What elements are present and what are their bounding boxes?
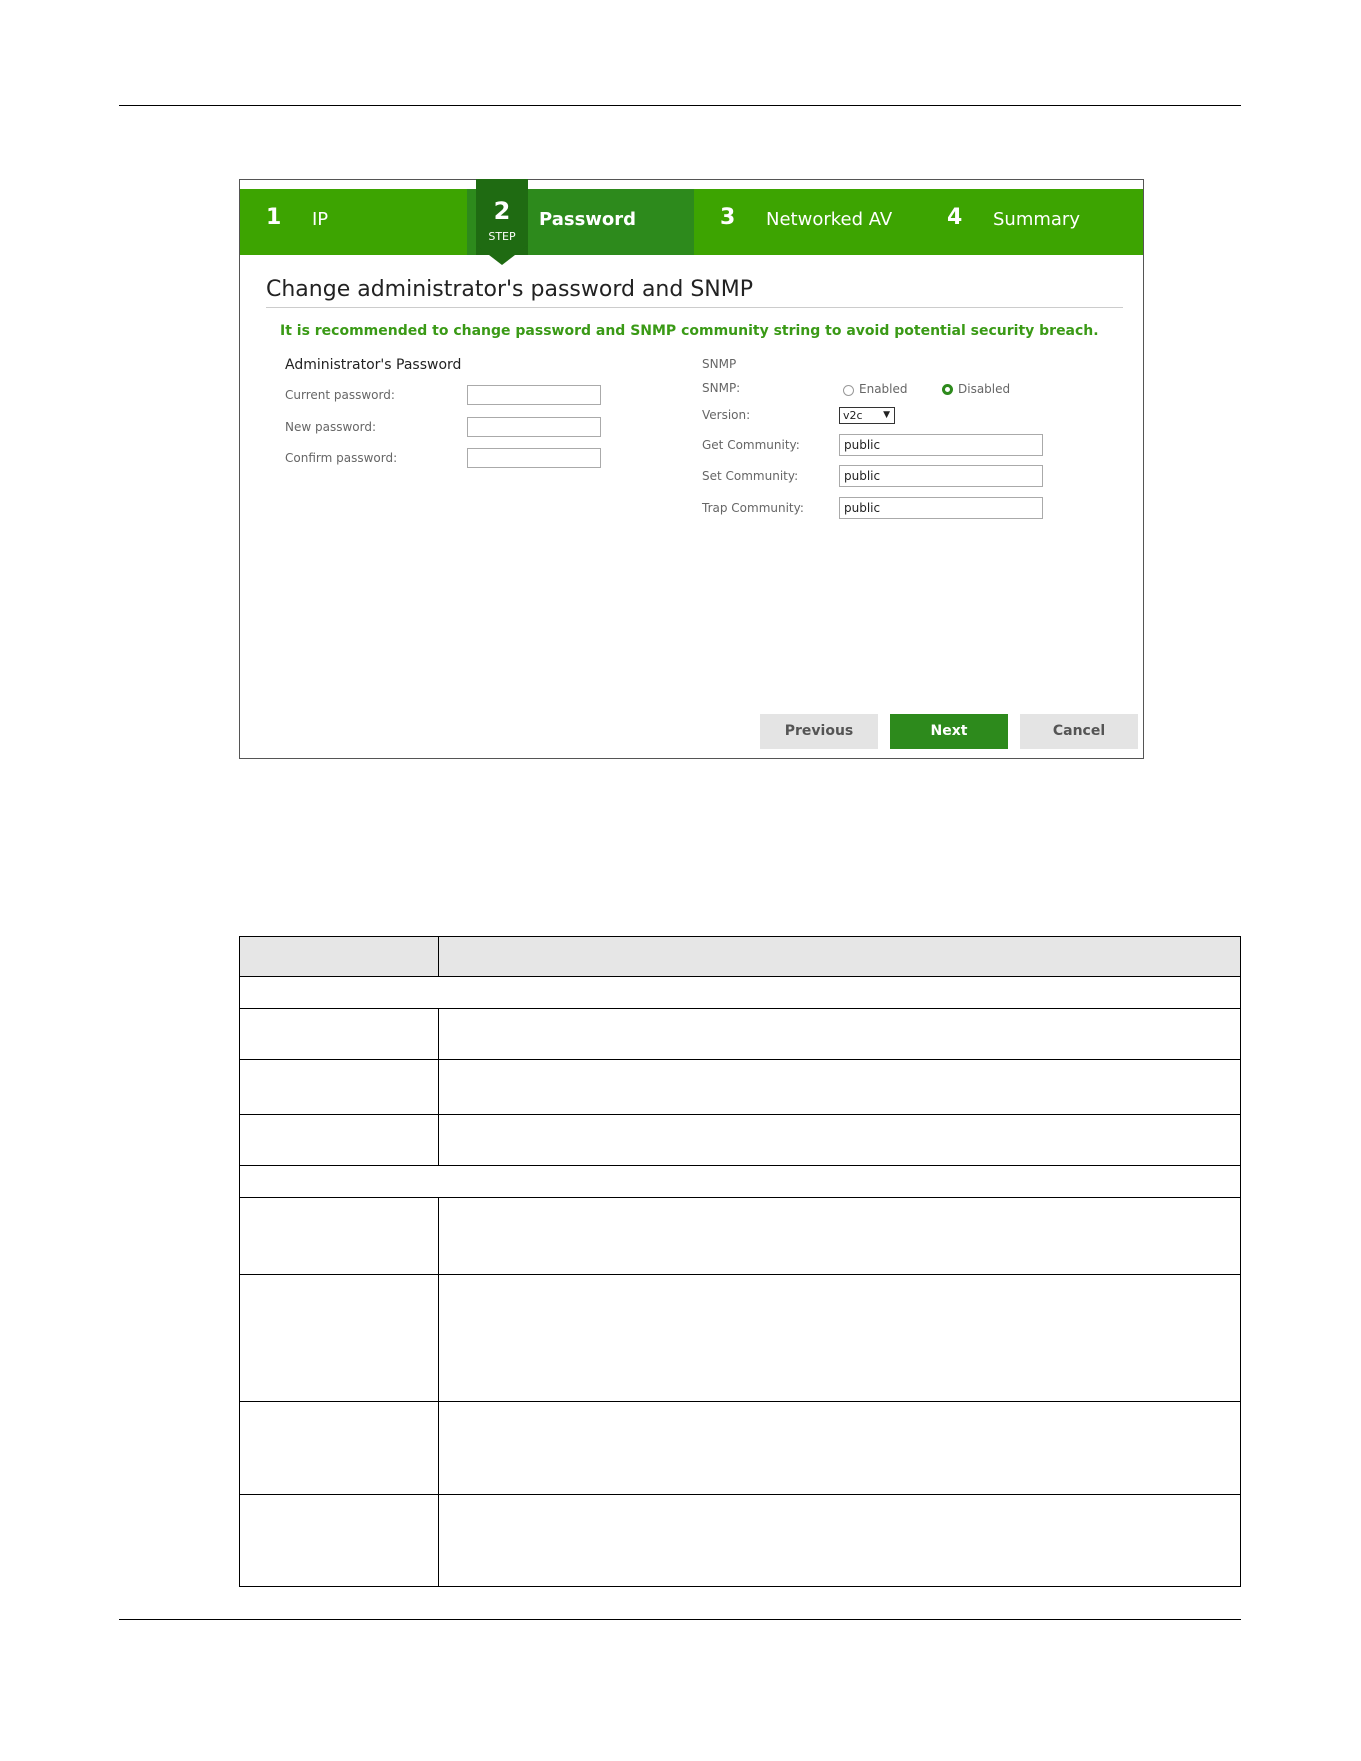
table-cell xyxy=(438,1114,1241,1166)
table-cell xyxy=(438,1274,1241,1402)
get-community-field[interactable] xyxy=(839,434,1043,456)
table-row xyxy=(239,1197,1241,1275)
version-label: Version: xyxy=(702,408,751,422)
step-label: Password xyxy=(539,209,637,230)
badge-arrow-icon xyxy=(476,245,528,265)
table-row xyxy=(239,1401,1241,1495)
set-community-field[interactable] xyxy=(839,465,1043,487)
previous-button[interactable]: Previous xyxy=(760,714,878,749)
table-cell xyxy=(438,1401,1241,1495)
table-section-row xyxy=(239,976,1241,1009)
get-community-label: Get Community: xyxy=(702,438,800,452)
title-divider xyxy=(266,307,1123,308)
new-password-label: New password: xyxy=(285,420,377,434)
chevron-down-icon: ▼ xyxy=(883,410,890,420)
table-header-label xyxy=(239,936,439,977)
admin-password-title: Administrator's Password xyxy=(285,357,462,373)
trap-community-label: Trap Community: xyxy=(702,501,804,515)
table-cell xyxy=(239,1197,439,1275)
snmp-enabled-radio[interactable] xyxy=(843,385,854,396)
step-badge: 2 STEP xyxy=(476,179,528,265)
step-label: IP xyxy=(312,209,329,230)
current-password-field[interactable] xyxy=(467,385,601,405)
confirm-password-label: Confirm password: xyxy=(285,451,398,465)
step-badge-label: STEP xyxy=(488,230,516,243)
footer-rule xyxy=(119,1619,1241,1620)
snmp-disabled-label[interactable]: Disabled xyxy=(958,382,1010,396)
version-value: v2c xyxy=(843,409,863,422)
page-title: Change administrator's password and SNMP xyxy=(266,277,754,302)
table-header-row xyxy=(239,936,1241,977)
field-description-table xyxy=(239,936,1241,1587)
table-section-row xyxy=(239,1165,1241,1198)
table-row xyxy=(239,1114,1241,1166)
version-select[interactable]: v2c ▼ xyxy=(839,407,895,424)
table-cell xyxy=(239,1401,439,1495)
snmp-enabled-label[interactable]: Enabled xyxy=(859,382,908,396)
table-cell xyxy=(438,1197,1241,1275)
header-rule xyxy=(119,105,1241,106)
cancel-button[interactable]: Cancel xyxy=(1020,714,1138,749)
table-row xyxy=(239,1059,1241,1115)
step-password[interactable]: 2 STEP Password xyxy=(467,179,694,265)
trap-community-field[interactable] xyxy=(839,497,1043,519)
table-row xyxy=(239,1008,1241,1060)
snmp-disabled-radio[interactable] xyxy=(942,384,953,395)
table-cell xyxy=(239,1494,439,1587)
step-label: Networked AV xyxy=(766,209,893,230)
table-row xyxy=(239,1274,1241,1402)
new-password-field[interactable] xyxy=(467,417,601,437)
table-cell xyxy=(438,1008,1241,1060)
next-button[interactable]: Next xyxy=(890,714,1008,749)
current-password-label: Current password: xyxy=(285,388,395,402)
step-number: 4 xyxy=(947,205,963,230)
snmp-label: SNMP: xyxy=(702,381,741,395)
step-summary[interactable]: 4 Summary xyxy=(921,189,1143,255)
setup-wizard-window: 1 IP 2 STEP Password 3 Networked AV 4 Su… xyxy=(239,179,1144,759)
table-cell xyxy=(438,1494,1241,1587)
table-header-description xyxy=(438,936,1241,977)
table-cell xyxy=(239,1114,439,1166)
snmp-section-title: SNMP xyxy=(702,357,737,371)
step-ip[interactable]: 1 IP xyxy=(240,189,467,255)
step-number: 2 xyxy=(493,197,511,225)
table-cell xyxy=(239,1008,439,1060)
set-community-label: Set Community: xyxy=(702,469,799,483)
wizard-step-bar: 1 IP 2 STEP Password 3 Networked AV 4 Su… xyxy=(240,179,1143,265)
step-label: Summary xyxy=(993,209,1080,230)
step-number: 3 xyxy=(720,205,736,230)
security-notice: It is recommended to change password and… xyxy=(280,323,1099,339)
step-number: 1 xyxy=(266,205,282,230)
confirm-password-field[interactable] xyxy=(467,448,601,468)
step-networked-av[interactable]: 3 Networked AV xyxy=(694,189,921,255)
table-cell xyxy=(438,1059,1241,1115)
table-section-cell xyxy=(239,976,1241,1009)
table-row xyxy=(239,1494,1241,1587)
table-cell xyxy=(239,1274,439,1402)
table-section-cell xyxy=(239,1165,1241,1198)
table-cell xyxy=(239,1059,439,1115)
